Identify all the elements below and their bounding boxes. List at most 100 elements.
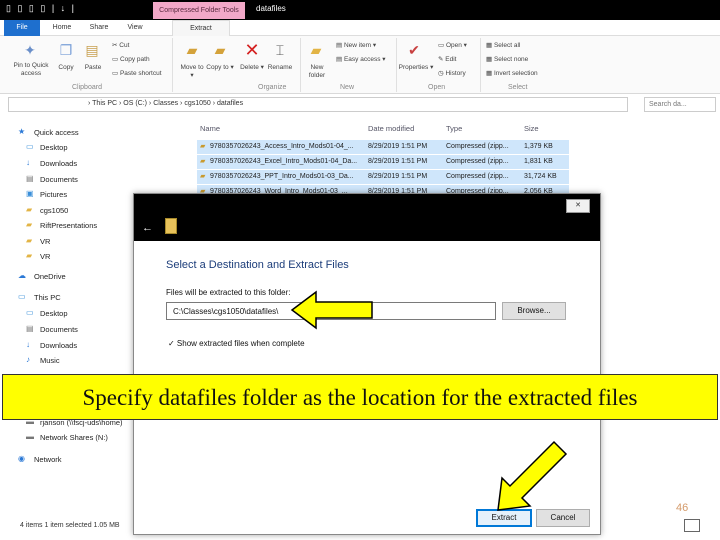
nav-item[interactable]: Downloads [40,159,77,168]
copy-to-icon: ▰ [214,42,226,58]
copy-button[interactable]: Copy [54,64,78,72]
nav-item-icon: ▬ [26,432,34,441]
show-extracted-files-checkbox[interactable]: ✓ Show extracted files when complete [168,339,305,348]
paste-shortcut-label: Paste shortcut [119,70,162,77]
group-label-open: Open [428,84,446,91]
edit-label: Edit [445,56,457,63]
tab-home[interactable]: Home [48,20,76,36]
properties-button[interactable]: Properties ▾ [396,64,436,72]
open-button[interactable]: ▭ Open ▾ [438,41,467,49]
nav-item[interactable]: VR [40,252,50,261]
nav-item[interactable]: Desktop [40,143,68,152]
invert-selection-button[interactable]: ▦ Invert selection [486,69,538,77]
nav-item[interactable]: Documents [40,175,78,184]
nav-item-icon: ▰ [26,220,33,229]
tab-extract[interactable]: Extract [172,20,230,36]
nav-item-icon: ♪ [26,355,30,364]
file-date-cell: 8/29/2019 1:51 PM [368,158,428,165]
paste-button[interactable]: Paste [80,64,106,72]
search-input[interactable]: Search da... [644,97,716,112]
nav-item-icon: ▭ [26,308,34,317]
cut-button[interactable]: ✂ Cut [112,41,129,49]
group-label-select: Select [508,84,528,91]
file-name-cell: 9780357026243_Access_Intro_Mods01-04_... [210,143,354,150]
nav-item[interactable]: Pictures [40,190,67,199]
nav-item[interactable]: OneDrive [34,272,66,281]
dialog-close-button[interactable]: ✕ [566,199,590,213]
slide-number: 46 [676,502,689,514]
nav-item-icon: ☁ [18,271,26,280]
select-all-button[interactable]: ▦ Select all [486,41,520,49]
invert-selection-label: Invert selection [493,70,538,77]
easy-access-label: Easy access ▾ [343,56,386,63]
nav-item-icon: ▰ [26,251,33,260]
nav-item[interactable]: Network Shares (N:) [40,433,108,442]
tab-share[interactable]: Share [86,20,112,36]
file-name-cell: 9780357026243_PPT_Intro_Mods01-03_Da... [210,173,354,180]
column-header-type[interactable]: Type [446,124,462,133]
tab-file[interactable]: File [4,20,40,36]
group-label-new: New [340,84,355,91]
paste-shortcut-button[interactable]: ▭ Paste shortcut [112,69,162,77]
file-date-cell: 8/29/2019 1:51 PM [368,143,428,150]
open-label: Open ▾ [445,42,467,49]
ribbon-separator [300,38,301,92]
tab-view[interactable]: View [122,20,148,36]
new-item-button[interactable]: ▤ New item ▾ [336,41,376,49]
copy-path-button[interactable]: ▭ Copy path [112,55,150,63]
nav-item[interactable]: Quick access [34,128,79,137]
copy-to-button[interactable]: Copy to ▾ [206,64,234,72]
delete-icon: ✕ [244,40,260,60]
copy-path-label: Copy path [119,56,150,63]
column-header-size[interactable]: Size [524,124,539,133]
nav-item[interactable]: Network [34,455,62,464]
nav-item[interactable]: VR [40,237,50,246]
back-arrow-icon[interactable]: ← [142,222,153,234]
instruction-caption: Specify datafiles folder as the location… [2,374,718,420]
nav-item[interactable]: This PC [34,293,61,302]
pin-to-quick-access-button[interactable]: Pin to Quick access [8,62,54,78]
pin-icon: ✦ [24,42,36,58]
status-bar-text: 4 items 1 item selected 1.05 MB [20,522,120,529]
file-type-cell: Compressed (zipp... [446,158,509,165]
column-header-date-modified[interactable]: Date modified [368,124,414,133]
breadcrumb[interactable]: › This PC › OS (C:) › Classes › cgs1050 … [88,100,243,107]
arrow-to-extract-icon [497,440,568,511]
arrow-to-path-icon [290,290,373,330]
group-label-clipboard: Clipboard [72,84,102,91]
ribbon-separator [480,38,481,92]
zip-file-icon: ▰ [200,143,206,150]
edit-button[interactable]: ✎ Edit [438,55,456,63]
nav-item[interactable]: Music [40,356,60,365]
delete-button[interactable]: Delete ▾ [238,64,266,72]
browse-button[interactable]: Browse... [502,302,566,320]
column-header-name[interactable]: Name [200,124,220,133]
dialog-title-bar [134,194,600,241]
nav-item[interactable]: RiftPresentations [40,221,97,230]
nav-item[interactable]: Documents [40,325,78,334]
file-size-cell: 1,379 KB [524,143,553,150]
quick-access-toolbar[interactable]: ▯ ▯ ▯ ▯ | ↓ | [6,3,76,14]
new-folder-button[interactable]: New folder [302,64,332,80]
rename-icon: ⌶ [275,42,285,58]
nav-item-icon: ▣ [26,189,34,198]
move-to-button[interactable]: Move to ▾ [178,64,206,80]
nav-item[interactable]: cgs1050 [40,206,68,215]
nav-item-icon: ◉ [18,454,25,463]
window-title: datafiles [256,4,286,13]
rename-button[interactable]: Rename [264,64,296,72]
history-button[interactable]: ◷ History [438,69,466,77]
select-none-button[interactable]: ▦ Select none [486,55,528,63]
file-size-cell: 1,831 KB [524,158,553,165]
compressed-folder-tools-tab[interactable]: Compressed Folder Tools [153,2,245,19]
zip-file-icon: ▰ [200,173,206,180]
nav-item[interactable]: Desktop [40,309,68,318]
move-to-icon: ▰ [186,42,198,58]
nav-item[interactable]: Downloads [40,341,77,350]
zip-folder-icon [165,218,177,234]
nav-item-icon: ▭ [26,142,34,151]
new-item-label: New item ▾ [343,42,377,49]
slide-notes-icon[interactable] [684,519,700,532]
file-type-cell: Compressed (zipp... [446,143,509,150]
easy-access-button[interactable]: ▤ Easy access ▾ [336,55,386,63]
